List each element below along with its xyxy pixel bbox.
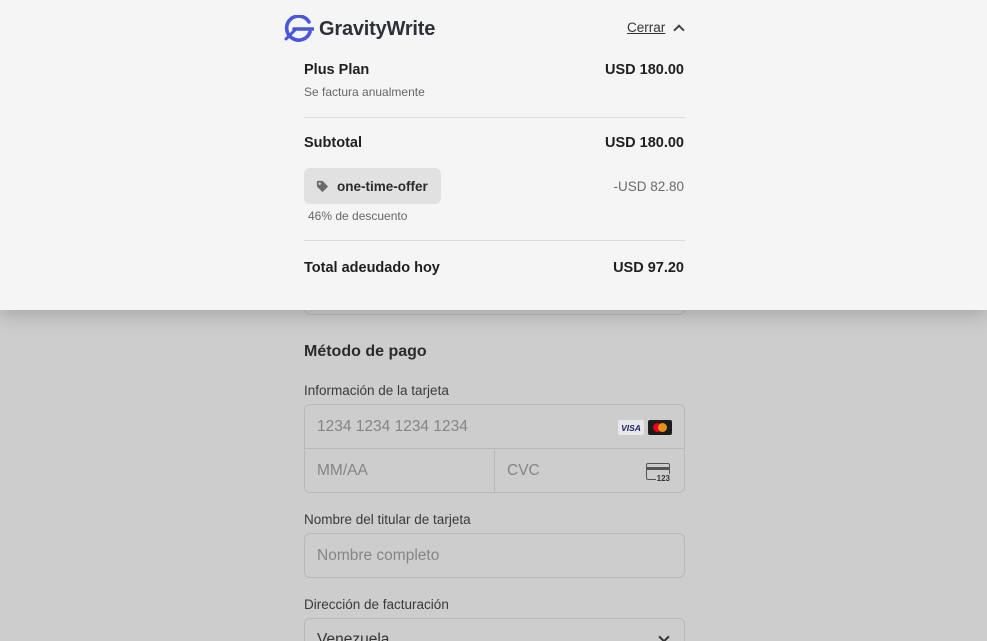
cardholder-input[interactable]: Nombre completo (304, 533, 685, 578)
chevron-down-icon (658, 631, 670, 641)
chevron-up-icon (673, 24, 685, 36)
cardholder-label: Nombre del titular de tarjeta (304, 512, 471, 527)
divider (304, 240, 685, 241)
expiry-input[interactable]: MM/AA (305, 449, 494, 493)
order-summary-panel: GravityWrite Cerrar Plus Plan USD 180.00… (0, 0, 987, 310)
card-number-placeholder: 1234 1234 1234 1234 (317, 418, 468, 435)
mastercard-icon (648, 420, 672, 435)
gravitywrite-logo-icon (284, 15, 314, 42)
cvc-icon-number: 123 (655, 474, 671, 483)
payment-method-title: Método de pago (304, 343, 427, 360)
visa-icon: VISA (618, 420, 644, 435)
discount-amount: -USD 82.80 (613, 179, 684, 194)
total-label: Total adeudado hoy (304, 260, 440, 276)
brand-logo: GravityWrite (283, 15, 435, 43)
subtotal-amount: USD 180.00 (605, 135, 684, 151)
country-select[interactable]: Venezuela (304, 618, 685, 641)
brand-name: GravityWrite (319, 17, 436, 40)
billing-note: Se factura anualmente (304, 85, 425, 99)
plan-name: Plus Plan (304, 62, 370, 78)
total-amount: USD 97.20 (613, 260, 684, 276)
close-summary-button[interactable]: Cerrar (627, 20, 685, 36)
subtotal-label: Subtotal (304, 135, 362, 151)
divider (304, 117, 685, 118)
cardholder-placeholder: Nombre completo (317, 547, 440, 564)
card-number-input[interactable]: 1234 1234 1234 1234 VISA (305, 405, 684, 449)
cvc-placeholder: CVC (507, 462, 540, 479)
close-label: Cerrar (627, 20, 666, 35)
cvc-card-icon: 123 (646, 463, 671, 483)
card-info-group: 1234 1234 1234 1234 VISA MM/AA CVC 123 (304, 404, 685, 493)
discount-note: 46% de descuento (308, 209, 408, 223)
promo-code-chip[interactable]: one-time-offer (304, 168, 441, 204)
tag-icon (316, 180, 329, 192)
plan-amount: USD 180.00 (605, 62, 684, 78)
expiry-placeholder: MM/AA (317, 462, 368, 479)
country-value: Venezuela (317, 631, 390, 641)
cvc-input[interactable]: CVC 123 (495, 449, 685, 493)
card-info-label: Información de la tarjeta (304, 383, 449, 398)
billing-address-label: Dirección de facturación (304, 597, 449, 612)
promo-code: one-time-offer (337, 178, 428, 194)
